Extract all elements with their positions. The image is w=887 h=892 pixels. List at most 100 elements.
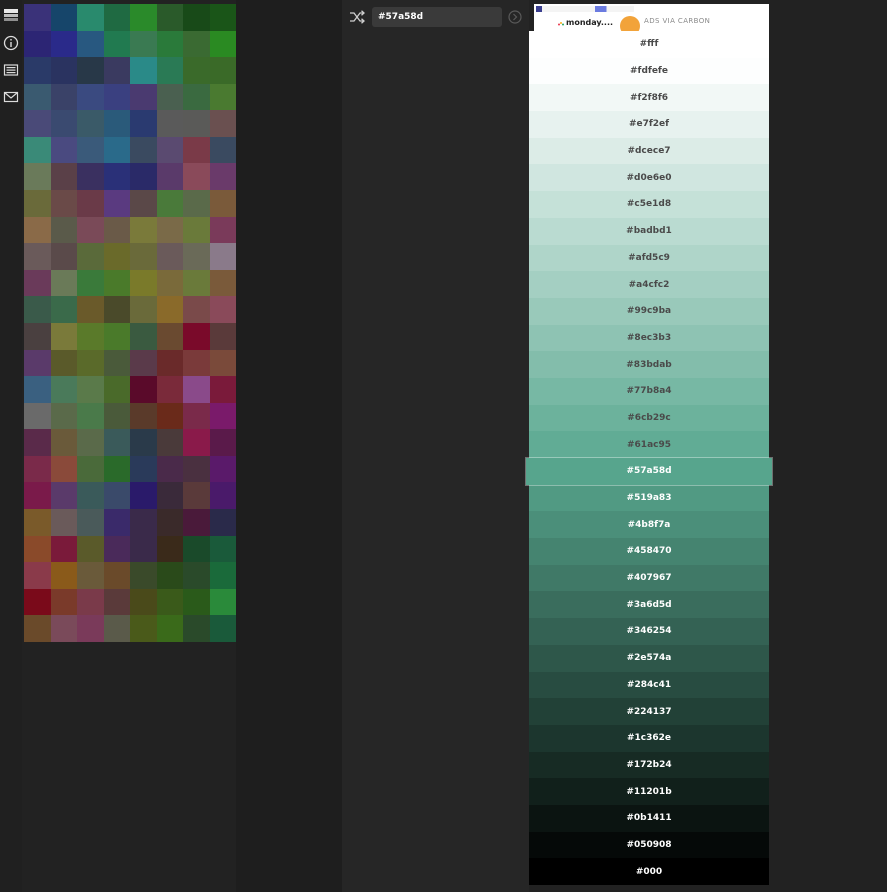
palette-swatch[interactable]	[50, 110, 77, 137]
palette-swatch[interactable]	[103, 429, 130, 456]
shade-row[interactable]: #83bdab	[529, 351, 769, 378]
palette-swatch[interactable]	[209, 349, 236, 377]
palette-swatch[interactable]	[183, 482, 210, 509]
palette-swatch[interactable]	[183, 615, 210, 642]
palette-swatch[interactable]	[103, 190, 130, 217]
palette-swatch[interactable]	[156, 482, 183, 509]
palette-swatch[interactable]	[209, 136, 236, 164]
palette-swatch[interactable]	[24, 322, 51, 350]
shade-row[interactable]: #fff	[529, 31, 769, 58]
palette-swatch[interactable]	[24, 136, 51, 164]
palette-swatch[interactable]	[77, 110, 104, 137]
app-logo-icon[interactable]	[2, 6, 20, 24]
palette-swatch[interactable]	[209, 163, 236, 191]
shade-row[interactable]: #f2f8f6	[529, 84, 769, 112]
palette-swatch[interactable]	[24, 83, 51, 111]
shade-row-selected[interactable]: #57a58d	[525, 457, 773, 486]
palette-swatch[interactable]	[24, 508, 51, 536]
palette-swatch[interactable]	[209, 482, 236, 509]
palette-swatch[interactable]	[103, 562, 130, 589]
palette-swatch[interactable]	[103, 376, 130, 403]
palette-swatch[interactable]	[103, 455, 130, 483]
palette-swatch[interactable]	[103, 136, 130, 164]
palette-swatch[interactable]	[130, 190, 157, 217]
palette-swatch[interactable]	[183, 562, 210, 589]
palette-swatch[interactable]	[209, 4, 236, 31]
shade-row[interactable]: #4b8f7a	[529, 511, 769, 539]
shade-row[interactable]: #284c41	[529, 671, 769, 699]
palette-swatch[interactable]	[209, 296, 236, 323]
palette-swatch[interactable]	[130, 30, 157, 58]
palette-swatch[interactable]	[24, 190, 51, 217]
palette-swatch[interactable]	[103, 163, 130, 191]
palette-swatch[interactable]	[183, 322, 210, 350]
news-icon[interactable]	[2, 61, 20, 79]
palette-swatch[interactable]	[103, 508, 130, 536]
palette-swatch[interactable]	[77, 243, 104, 270]
palette-swatch[interactable]	[130, 216, 157, 244]
palette-swatch[interactable]	[183, 296, 210, 323]
palette-swatch[interactable]	[183, 535, 210, 563]
palette-swatch[interactable]	[103, 110, 130, 137]
palette-swatch[interactable]	[103, 402, 130, 430]
palette-swatch[interactable]	[209, 110, 236, 137]
palette-swatch[interactable]	[130, 4, 157, 31]
palette-swatch[interactable]	[103, 243, 130, 270]
palette-swatch[interactable]	[156, 57, 183, 84]
palette-swatch[interactable]	[24, 30, 51, 58]
palette-swatch[interactable]	[77, 163, 104, 191]
palette-swatch[interactable]	[77, 57, 104, 84]
palette-swatch[interactable]	[103, 216, 130, 244]
palette-swatch[interactable]	[183, 163, 210, 191]
shade-row[interactable]: #000	[529, 858, 769, 885]
palette-swatch[interactable]	[130, 243, 157, 270]
shade-row[interactable]: #2e574a	[529, 644, 769, 672]
palette-swatch[interactable]	[156, 508, 183, 536]
palette-swatch[interactable]	[183, 57, 210, 84]
palette-swatch[interactable]	[130, 535, 157, 563]
palette-swatch[interactable]	[24, 588, 51, 616]
palette-swatch[interactable]	[103, 269, 130, 297]
palette-swatch[interactable]	[50, 190, 77, 217]
palette-swatch[interactable]	[50, 508, 77, 536]
shade-row[interactable]: #afd5c9	[529, 244, 769, 272]
palette-swatch[interactable]	[103, 296, 130, 323]
palette-swatch[interactable]	[156, 322, 183, 350]
palette-swatch[interactable]	[77, 269, 104, 297]
shade-row[interactable]: #224137	[529, 698, 769, 725]
palette-swatch[interactable]	[103, 482, 130, 509]
palette-swatch[interactable]	[209, 588, 236, 616]
carbon-ad[interactable]: monday.... ADS VIA CARBON	[534, 4, 769, 32]
shade-row[interactable]: #c5e1d8	[529, 191, 769, 218]
shade-row[interactable]: #e7f2ef	[529, 111, 769, 138]
palette-swatch[interactable]	[130, 269, 157, 297]
palette-swatch[interactable]	[156, 296, 183, 323]
shade-row[interactable]: #407967	[529, 564, 769, 592]
palette-swatch[interactable]	[209, 376, 236, 403]
palette-swatch[interactable]	[77, 216, 104, 244]
shade-row[interactable]: #3a6d5d	[529, 591, 769, 619]
palette-swatch[interactable]	[103, 4, 130, 31]
palette-swatch[interactable]	[103, 83, 130, 111]
palette-swatch[interactable]	[50, 269, 77, 297]
palette-swatch[interactable]	[209, 429, 236, 456]
palette-swatch[interactable]	[103, 615, 130, 642]
palette-swatch[interactable]	[156, 535, 183, 563]
palette-swatch[interactable]	[183, 588, 210, 616]
palette-swatch[interactable]	[156, 110, 183, 137]
palette-swatch[interactable]	[50, 349, 77, 377]
palette-swatch[interactable]	[50, 482, 77, 509]
palette-swatch[interactable]	[183, 110, 210, 137]
palette-swatch[interactable]	[130, 349, 157, 377]
palette-swatch[interactable]	[77, 296, 104, 323]
palette-swatch[interactable]	[77, 4, 104, 31]
palette-swatch[interactable]	[156, 190, 183, 217]
palette-swatch[interactable]	[183, 508, 210, 536]
palette-swatch[interactable]	[24, 163, 51, 191]
palette-swatch[interactable]	[130, 508, 157, 536]
palette-swatch[interactable]	[209, 402, 236, 430]
palette-swatch[interactable]	[156, 269, 183, 297]
palette-swatch[interactable]	[156, 163, 183, 191]
palette-swatch[interactable]	[183, 83, 210, 111]
palette-swatch[interactable]	[50, 4, 77, 31]
